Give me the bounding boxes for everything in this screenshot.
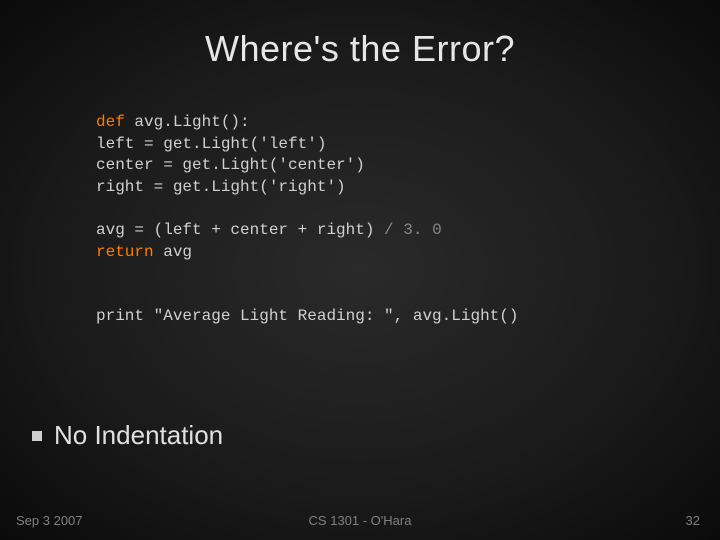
bullet-text: No Indentation <box>54 420 223 451</box>
code-l5-sp <box>394 221 404 239</box>
code-l3: center = get.Light('center') <box>96 156 365 174</box>
footer-course: CS 1301 - O'Hara <box>309 513 412 528</box>
code-l5-op: / <box>384 221 394 239</box>
code-l6b: avg <box>154 243 192 261</box>
code-l7a: print <box>96 307 154 325</box>
footer-page-number: 32 <box>686 513 700 528</box>
code-l2: left = get.Light('left') <box>96 135 326 153</box>
slide: Where's the Error? def avg.Light(): left… <box>0 0 720 540</box>
code-kw-def: def <box>96 113 125 131</box>
code-l7b: "Average Light Reading: ", avg.Light() <box>154 307 519 325</box>
bullet-square-icon <box>32 431 42 441</box>
footer-date: Sep 3 2007 <box>16 513 83 528</box>
slide-title: Where's the Error? <box>0 0 720 70</box>
code-l1b: avg.Light(): <box>125 113 250 131</box>
bullet-item: No Indentation <box>32 420 223 451</box>
code-l5a: avg = (left + center + right) <box>96 221 384 239</box>
code-l5-num: 3. 0 <box>403 221 441 239</box>
code-kw-return: return <box>96 243 154 261</box>
code-block: def avg.Light(): left = get.Light('left'… <box>96 112 720 328</box>
code-l4: right = get.Light('right') <box>96 178 346 196</box>
